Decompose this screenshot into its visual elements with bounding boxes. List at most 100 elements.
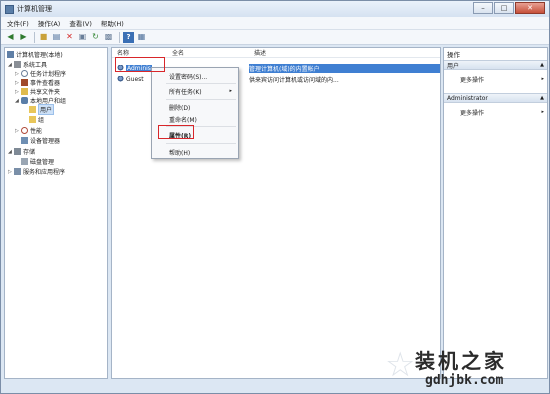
delete-icon[interactable]: ✕ (64, 32, 75, 43)
close-button[interactable]: ✕ (515, 2, 545, 14)
column-header-fullname[interactable]: 全名 (167, 48, 249, 57)
menu-bar: 文件(F) 操作(A) 查看(V) 帮助(H) (1, 17, 549, 30)
column-header-name[interactable]: 名称 (112, 48, 167, 57)
watermark-url: gdhjbk.com (425, 373, 504, 388)
window-controls: – □ ✕ (472, 2, 545, 14)
tree-item-label: 用户 (38, 104, 55, 115)
tree-item-label: 系统工具 (23, 62, 48, 69)
menu-item-help[interactable]: 帮助(H) (152, 147, 238, 157)
shared-folder-icon (21, 88, 28, 95)
submenu-arrow-icon: ▸ (229, 88, 232, 94)
tree-item-groups[interactable]: 组 (29, 115, 44, 124)
list-cell-description: 管理计算机(域)的内置帐户 (249, 63, 440, 73)
tree-item-task-scheduler[interactable]: ▷ 任务计划程序 (15, 69, 66, 78)
tree-item-label: 组 (38, 117, 45, 124)
actions-pane: 操作 用户 ▲ 更多操作 ▸ Administrator ▲ 更多操作 ▸ (443, 47, 548, 379)
navigation-tree: 计算机管理(本地) ◢ 系统工具 ▷ 任务计划程序 ▷ 事件查看器 ▷ 共享文件… (4, 47, 108, 379)
tree-item-label: 性能 (30, 128, 43, 135)
up-folder-icon[interactable]: ■ (38, 32, 49, 43)
window-title: 计算机管理 (17, 5, 52, 13)
minimize-button[interactable]: – (473, 2, 493, 14)
console-icon[interactable]: ▦ (136, 32, 147, 43)
collapse-arrow-icon[interactable]: ▲ (540, 95, 544, 101)
tree-item-services-apps[interactable]: ▷ 服务和应用程序 (8, 167, 65, 176)
action-more-actions[interactable]: 更多操作 ▸ (444, 107, 547, 117)
actions-section-administrator[interactable]: Administrator ▲ (444, 93, 547, 103)
context-menu: 设置密码(S)... 所有任务(K) ▸ 删除(D) 重命名(M) 属性(R) … (151, 67, 239, 159)
tree-item-label: 计算机管理(本地) (16, 52, 63, 59)
menu-item-label: 所有任务(K) (169, 88, 202, 96)
tree-item-system-tools[interactable]: ◢ 系统工具 (8, 60, 47, 69)
watermark: ☆ 装机之家 gdhjbk.com (385, 345, 545, 391)
watermark-brand: 装机之家 (415, 349, 507, 373)
user-name: Guest (126, 75, 144, 83)
toolbar: ◀ ▶ ■ ▤ ✕ ▣ ↻ ▩ ? ▦ (1, 30, 549, 45)
tree-item-device-manager[interactable]: 设备管理器 (21, 136, 60, 145)
menu-item-all-tasks[interactable]: 所有任务(K) ▸ (152, 86, 238, 96)
menu-item-delete[interactable]: 删除(D) (152, 102, 238, 112)
menu-file[interactable]: 文件(F) (7, 18, 29, 28)
section-label: Administrator (447, 94, 488, 102)
back-arrow-icon[interactable]: ◀ (5, 32, 16, 43)
computer-management-window: 计算机管理 – □ ✕ 文件(F) 操作(A) 查看(V) 帮助(H) ◀ ▶ … (0, 0, 550, 394)
menu-item-rename[interactable]: 重命名(M) (152, 114, 238, 124)
section-label: 用户 (447, 62, 460, 70)
tree-item-disk-management[interactable]: 磁盘管理 (21, 157, 54, 166)
tree-item-storage[interactable]: ◢ 存储 (8, 147, 35, 156)
maximize-button[interactable]: □ (494, 2, 514, 14)
tree-item-label: 任务计划程序 (30, 71, 67, 78)
tree-item-users[interactable]: 用户 (29, 104, 55, 115)
menu-separator (166, 143, 236, 144)
forward-arrow-icon[interactable]: ▶ (18, 32, 29, 43)
refresh-icon[interactable]: ↻ (90, 32, 101, 43)
tree-item-label: 磁盘管理 (30, 159, 55, 166)
tree-item-shared-folders[interactable]: ▷ 共享文件夹 (15, 87, 60, 96)
menu-item-set-password[interactable]: 设置密码(S)... (152, 71, 238, 81)
event-log-icon (21, 79, 28, 86)
help-icon[interactable]: ? (123, 31, 134, 43)
computer-icon (7, 51, 14, 58)
action-label: 更多操作 (460, 76, 485, 84)
storage-icon (14, 148, 21, 155)
tree-item-root[interactable]: 计算机管理(本地) (7, 50, 63, 59)
menu-separator (166, 83, 236, 84)
performance-icon (21, 127, 28, 134)
annotation-highlight-properties (158, 125, 194, 139)
action-label: 更多操作 (460, 109, 485, 117)
export-icon[interactable]: ▩ (103, 32, 114, 43)
services-icon (14, 168, 21, 175)
list-cell-description: 供来宾访问计算机或访问域的内... (249, 76, 339, 84)
tree-item-label: 服务和应用程序 (23, 169, 66, 176)
disk-icon (21, 158, 28, 165)
menu-view[interactable]: 查看(V) (69, 18, 92, 28)
tree-item-label: 事件查看器 (30, 80, 61, 87)
column-header-description[interactable]: 描述 (249, 48, 440, 57)
watermark-star-icon: ☆ (385, 345, 416, 385)
tools-icon (14, 61, 21, 68)
submenu-arrow-icon: ▸ (541, 76, 544, 82)
tree-item-event-viewer[interactable]: ▷ 事件查看器 (15, 78, 60, 87)
user-disabled-icon (117, 75, 124, 83)
properties-icon[interactable]: ▣ (77, 32, 88, 43)
collapse-arrow-icon[interactable]: ▲ (540, 62, 544, 68)
menu-separator (166, 99, 236, 100)
toolbar-separator (34, 31, 35, 43)
computer-management-icon (5, 4, 14, 14)
title-bar: 计算机管理 – □ ✕ (1, 1, 549, 17)
users-icon (21, 97, 28, 104)
device-manager-icon (21, 137, 28, 144)
actions-title: 操作 (447, 51, 460, 59)
menu-action[interactable]: 操作(A) (38, 18, 61, 28)
annotation-highlight-user (115, 57, 165, 72)
menu-help[interactable]: 帮助(H) (101, 18, 124, 28)
folder-icon (29, 116, 36, 123)
toolbar-separator (119, 31, 120, 43)
actions-section-users[interactable]: 用户 ▲ (444, 60, 547, 70)
tree-item-label: 设备管理器 (30, 138, 61, 145)
tree-item-performance[interactable]: ▷ 性能 (15, 126, 42, 135)
tree-item-label: 存储 (23, 149, 36, 156)
submenu-arrow-icon: ▸ (541, 109, 544, 115)
folder-icon (29, 106, 36, 113)
action-more-actions[interactable]: 更多操作 ▸ (444, 74, 547, 84)
show-tree-icon[interactable]: ▤ (51, 32, 62, 43)
